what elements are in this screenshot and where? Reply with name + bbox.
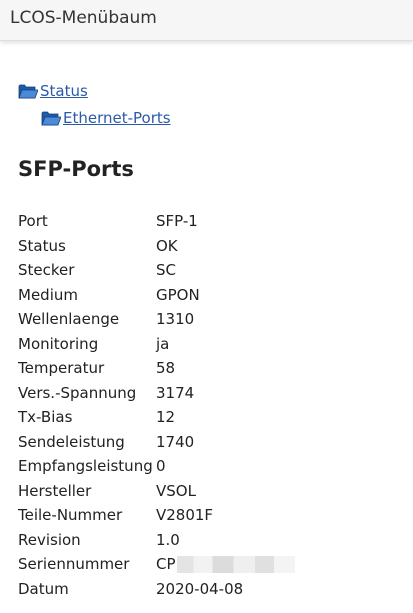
property-value: VSOL (156, 481, 196, 500)
property-key: Empfangsleistung (18, 457, 153, 476)
property-value: SFP-1 (156, 212, 198, 231)
property-key: Wellenlaenge (18, 310, 120, 329)
property-value: 1.0 (156, 530, 180, 549)
table-row: Temperatur 58 (18, 356, 295, 381)
property-value: CP (156, 555, 176, 574)
property-value-cell: CP (156, 552, 295, 577)
table-row: Revision 1.0 (18, 528, 295, 553)
header-bar: LCOS-Menübaum (0, 0, 413, 41)
property-value: 2020-04-08 (156, 579, 244, 598)
table-row: Tx-Bias 12 (18, 405, 295, 430)
property-key: Hersteller (18, 481, 92, 500)
property-key: Vers.-Spannung (18, 383, 137, 402)
property-value: 12 (156, 408, 176, 427)
property-key: Revision (18, 530, 81, 549)
property-value: 0 (156, 457, 166, 476)
property-value: OK (156, 236, 178, 255)
breadcrumb-link-status[interactable]: Status (40, 82, 88, 100)
property-key: Port (18, 212, 48, 231)
breadcrumb-item-ethernet-ports[interactable]: Ethernet-Ports (41, 109, 171, 127)
property-key: Tx-Bias (18, 408, 73, 427)
property-key: Status (18, 236, 66, 255)
page-title: SFP-Ports (18, 157, 134, 181)
property-key: Seriennummer (18, 555, 130, 574)
table-row: Hersteller VSOL (18, 479, 295, 504)
property-value: SC (156, 261, 176, 280)
property-value: ja (156, 334, 170, 353)
property-value: 1740 (156, 432, 195, 451)
table-row: Stecker SC (18, 258, 295, 283)
property-key: Medium (18, 285, 78, 304)
redacted-blur (176, 556, 295, 574)
app-title: LCOS-Menübaum (10, 8, 157, 28)
table-row: Port SFP-1 (18, 209, 295, 234)
table-row: Medium GPON (18, 283, 295, 308)
property-key: Teile-Nummer (18, 506, 123, 525)
property-key: Sendeleistung (18, 432, 125, 451)
folder-open-icon (41, 111, 61, 126)
property-value: 1310 (156, 310, 195, 329)
table-row: Teile-Nummer V2801F (18, 503, 295, 528)
table-row: Empfangsleistung 0 (18, 454, 295, 479)
table-row: Datum 2020-04-08 (18, 577, 295, 602)
table-row: Monitoring ja (18, 332, 295, 357)
folder-open-icon (18, 84, 38, 99)
property-key: Temperatur (18, 359, 105, 378)
table-row: Status OK (18, 234, 295, 259)
table-row: Sendeleistung 1740 (18, 430, 295, 455)
properties-table: Port SFP-1 Status OK Stecker SC Medium G… (18, 209, 295, 601)
breadcrumb-item-status[interactable]: Status (18, 82, 88, 100)
property-value: V2801F (156, 506, 214, 525)
property-value: GPON (156, 285, 200, 304)
property-key: Stecker (18, 261, 75, 280)
property-key: Monitoring (18, 334, 99, 353)
property-value: 3174 (156, 383, 195, 402)
property-key: Datum (18, 579, 69, 598)
property-value: 58 (156, 359, 176, 378)
table-row: Vers.-Spannung 3174 (18, 381, 295, 406)
table-row: Seriennummer CP (18, 552, 295, 577)
table-row: Wellenlaenge 1310 (18, 307, 295, 332)
breadcrumb-link-ethernet-ports[interactable]: Ethernet-Ports (63, 109, 171, 127)
